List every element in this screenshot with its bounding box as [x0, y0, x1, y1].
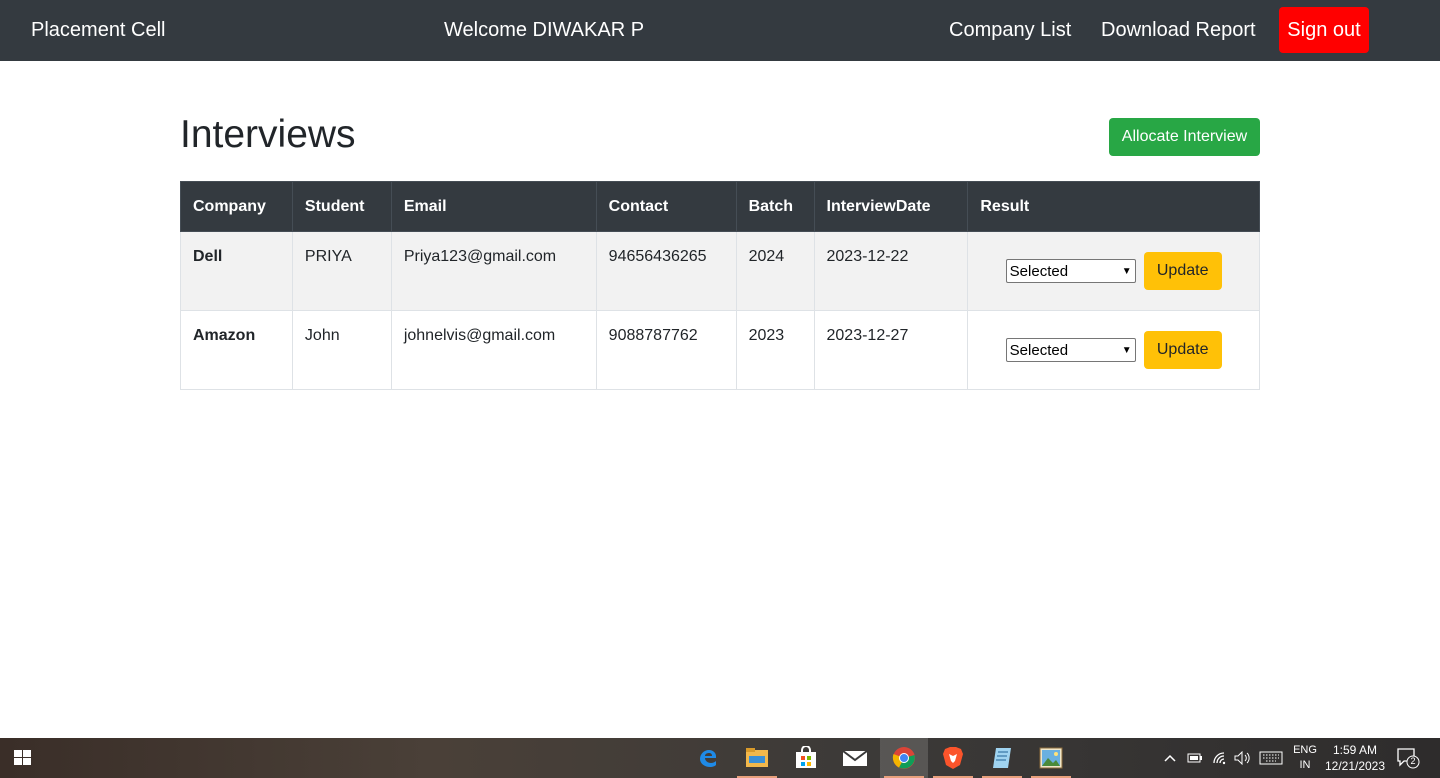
clock-date: 12/21/2023	[1324, 759, 1386, 773]
mail-icon[interactable]	[831, 738, 879, 778]
notification-center-icon[interactable]: 2	[1396, 747, 1420, 769]
language-code: ENG	[1293, 744, 1317, 756]
system-clock[interactable]: 1:59 AM 12/21/2023	[1322, 742, 1388, 774]
allocate-interview-button[interactable]: Allocate Interview	[1109, 118, 1260, 156]
header-email: Email	[390, 181, 597, 232]
sign-out-button[interactable]: Sign out	[1279, 7, 1369, 53]
brand-link[interactable]: Placement Cell	[31, 19, 166, 42]
cell-email: johnelvis@gmail.com	[390, 310, 597, 390]
cell-result: Selected ▼ Update	[967, 310, 1260, 390]
windows-start-icon[interactable]	[14, 750, 32, 766]
table-row: Dell PRIYA Priya123@gmail.com 9465643626…	[180, 231, 1260, 311]
cell-contact: 9088787762	[595, 310, 737, 390]
header-company: Company	[180, 181, 293, 232]
notepad-icon[interactable]	[978, 738, 1026, 778]
store-icon[interactable]	[782, 738, 830, 778]
notification-count: 2	[1410, 756, 1416, 766]
cell-contact: 94656436265	[595, 231, 737, 311]
interviews-table: Company Student Email Contact Batch Inte…	[180, 181, 1260, 390]
table-header-row: Company Student Email Contact Batch Inte…	[180, 181, 1260, 232]
header-interview-date: InterviewDate	[813, 181, 969, 232]
result-select[interactable]: Selected ▼	[1005, 338, 1136, 362]
keyboard-icon[interactable]	[1259, 738, 1283, 778]
nav-download-report[interactable]: Download Report	[1101, 19, 1256, 42]
brave-icon[interactable]	[929, 738, 977, 778]
cell-batch: 2023	[735, 310, 815, 390]
page-title: Interviews	[180, 113, 356, 156]
cell-result: Selected ▼ Update	[967, 231, 1260, 311]
volume-icon[interactable]	[1234, 738, 1252, 778]
region-code: IN	[1299, 759, 1311, 771]
wifi-icon[interactable]	[1212, 738, 1228, 778]
file-explorer-icon[interactable]	[733, 738, 781, 778]
photos-icon[interactable]	[1027, 738, 1075, 778]
result-select[interactable]: Selected ▼	[1005, 259, 1136, 283]
header-student: Student	[291, 181, 392, 232]
cell-batch: 2024	[735, 231, 815, 311]
chevron-down-icon: ▼	[1121, 265, 1132, 277]
result-select-value: Selected	[1009, 262, 1069, 280]
clock-time: 1:59 AM	[1332, 743, 1378, 757]
update-button[interactable]: Update	[1143, 252, 1222, 290]
update-button[interactable]: Update	[1143, 331, 1222, 369]
result-select-value: Selected	[1009, 341, 1069, 359]
cell-email: Priya123@gmail.com	[390, 231, 597, 311]
header-batch: Batch	[735, 181, 815, 232]
table-row: Amazon John johnelvis@gmail.com 90887877…	[180, 310, 1260, 390]
battery-icon[interactable]	[1187, 738, 1203, 778]
top-navbar: Placement Cell Welcome DIWAKAR P Company…	[0, 0, 1440, 61]
language-indicator[interactable]: ENG IN	[1292, 743, 1318, 773]
chrome-icon[interactable]	[880, 738, 928, 778]
windows-taskbar: ENG IN 1:59 AM 12/21/2023 2	[0, 738, 1440, 778]
cell-student: John	[291, 310, 392, 390]
chevron-down-icon: ▼	[1121, 344, 1132, 356]
nav-company-list[interactable]: Company List	[949, 19, 1071, 42]
cell-student: PRIYA	[291, 231, 392, 311]
show-hidden-icons-icon[interactable]	[1164, 738, 1176, 778]
welcome-text: Welcome DIWAKAR P	[444, 19, 645, 41]
header-contact: Contact	[595, 181, 737, 232]
cell-interview-date: 2023-12-27	[813, 310, 969, 390]
header-result: Result	[967, 181, 1260, 232]
cell-company: Dell	[180, 231, 293, 311]
cell-company: Amazon	[180, 310, 293, 390]
cell-interview-date: 2023-12-22	[813, 231, 969, 311]
edge-icon[interactable]	[684, 738, 732, 778]
